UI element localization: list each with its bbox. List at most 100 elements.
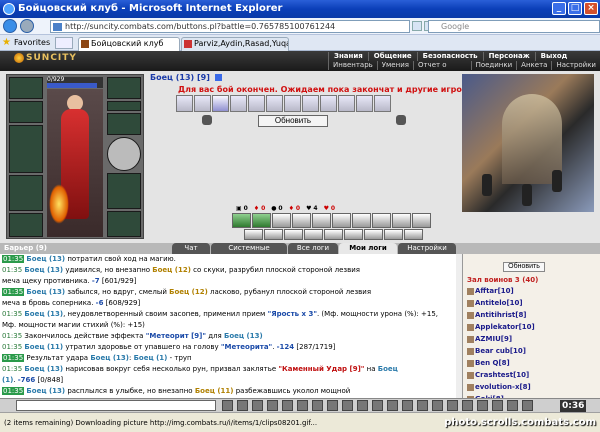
user-list-item[interactable]: AZMIU[9] [467,333,597,345]
effect-icon[interactable] [248,95,265,112]
user-list-item[interactable]: Bear cub[10] [467,345,597,357]
action-slot[interactable] [272,213,291,228]
action-slot[interactable] [324,229,343,240]
user-list-item[interactable]: Applekator[10] [467,321,597,333]
player-name[interactable]: Боец [378,365,398,373]
action-slot[interactable] [352,213,371,228]
player-name[interactable]: Боец (13) [24,266,63,274]
action-slot[interactable] [384,229,403,240]
tab-settings[interactable]: Настройки [398,243,456,254]
menu-character[interactable]: Персонаж [482,52,535,61]
player-name[interactable]: (1) [2,376,13,384]
sound-button[interactable] [312,400,323,411]
action-slot[interactable] [364,229,383,240]
user-name[interactable]: Antitelo[10] [475,299,523,307]
action-slot[interactable] [312,213,331,228]
menu-exit[interactable]: Выход [534,52,573,61]
chat-options-button[interactable] [327,400,338,411]
action-slot[interactable] [264,229,283,240]
player-name[interactable]: Боец (13) [224,332,263,340]
info-icon[interactable] [214,74,222,81]
chat-extra-button[interactable] [477,400,488,411]
user-list-item[interactable]: Ben Q[8] [467,357,597,369]
action-slot[interactable] [332,213,351,228]
action-slot[interactable] [292,213,311,228]
user-list-item[interactable]: evolution-x[8] [467,381,597,393]
chat-extra-button[interactable] [522,400,533,411]
user-list-item[interactable]: Antitelo[10] [467,297,597,309]
favorites-button[interactable]: ★ Favorites [2,37,50,49]
minimize-button[interactable]: _ [552,2,566,15]
player-name[interactable]: Боец (13) [26,255,65,263]
tab-all-logs[interactable]: Все логи [288,243,338,254]
tab-chat[interactable]: Чат [172,243,210,254]
user-name[interactable]: AZMIU[9] [475,335,512,343]
chat-extra-button[interactable] [372,400,383,411]
player-name[interactable]: Боец (13) [26,387,65,395]
amulet-slot[interactable] [9,101,43,123]
chat-extra-button[interactable] [417,400,428,411]
effect-icon[interactable] [266,95,283,112]
action-slot[interactable] [404,229,423,240]
action-slot[interactable] [392,213,411,228]
weapon-slot[interactable] [9,125,43,173]
user-name[interactable]: Antitihrist[8] [475,311,527,319]
helmet-slot[interactable] [9,77,43,99]
effect-icon[interactable] [230,95,247,112]
player-name[interactable]: Боец (12) [169,288,208,296]
chat-extra-button[interactable] [462,400,473,411]
menu-transfers[interactable]: Отчет о переводах [412,61,471,78]
boots-slot[interactable] [107,211,141,237]
chat-extra-button[interactable] [432,400,443,411]
send-button[interactable] [222,400,233,411]
shield-slot[interactable] [107,137,141,171]
player-name[interactable]: Боец (13) [90,354,129,362]
quick-tabs-button[interactable] [55,37,73,49]
effect-icon[interactable] [176,95,193,112]
action-slot[interactable] [372,213,391,228]
chat-input[interactable] [16,400,216,411]
action-slot[interactable] [232,213,251,228]
legs-slot[interactable] [107,173,141,209]
user-name[interactable]: evolution-x[8] [475,383,531,391]
menu-fights[interactable]: Поединки [470,61,517,70]
action-slot[interactable] [412,213,431,228]
user-name[interactable]: Bear cub[10] [475,347,526,355]
player-name[interactable]: Боец (11) [24,343,63,351]
action-slot[interactable] [284,229,303,240]
menu-skills[interactable]: Умения [376,61,413,70]
back-icon[interactable] [3,19,17,33]
user-name[interactable]: Afftar[10] [475,287,514,295]
user-list-item[interactable]: Afftar[10] [467,285,597,297]
smiles-button[interactable] [252,400,263,411]
tab-system-messages[interactable]: Системные сообщения [211,243,287,263]
translit-button[interactable] [267,400,278,411]
user-list-item[interactable]: Antitihrist[8] [467,309,597,321]
chat-extra-button[interactable] [492,400,503,411]
player-name[interactable]: Боец (11) [195,387,234,395]
menu-knowledge[interactable]: Знания [328,52,368,61]
menu-social[interactable]: Общение [367,52,417,61]
url-input[interactable]: http://suncity.combats.com/buttons.pl?ba… [50,20,410,33]
effect-icon[interactable] [356,95,373,112]
chat-extra-button[interactable] [387,400,398,411]
user-name[interactable]: Crashtest[10] [475,371,529,379]
ring-slot[interactable] [107,101,141,111]
action-slot[interactable] [344,229,363,240]
browser-tab-active[interactable]: Бойцовский клуб [78,37,180,51]
refresh-icon[interactable] [412,21,422,31]
player-name[interactable]: Боец (13) [26,288,65,296]
effect-icon[interactable] [338,95,355,112]
effect-icon[interactable] [194,95,211,112]
menu-inventory[interactable]: Инвентарь [328,61,377,70]
action-slot[interactable] [252,213,271,228]
armor-slot[interactable] [9,175,43,211]
user-name[interactable]: Ben Q[8] [475,359,510,367]
earrings-slot[interactable] [107,77,141,99]
forward-icon[interactable] [20,19,34,33]
user-name[interactable]: Applekator[10] [475,323,535,331]
chat-extra-button[interactable] [507,400,518,411]
player-name[interactable]: Боец (12) [152,266,191,274]
player-name[interactable]: Боец (1) [134,354,168,362]
menu-security[interactable]: Безопасность [416,52,483,61]
